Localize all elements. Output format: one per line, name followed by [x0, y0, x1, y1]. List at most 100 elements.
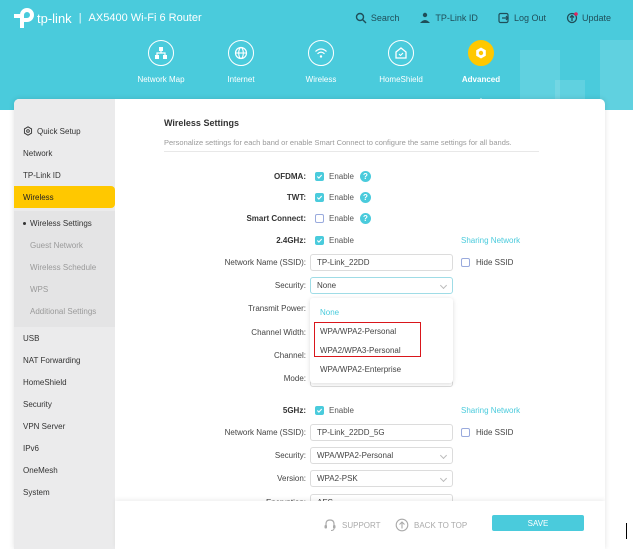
help-icon[interactable]: ?	[360, 192, 371, 203]
enable-label: Enable	[329, 193, 354, 202]
sidebar-item-label: System	[23, 487, 50, 497]
sidebar-item-label: Guest Network	[30, 240, 83, 250]
security-5-row: Security: WPA/WPA2-Personal	[115, 447, 605, 465]
content-panel: Quick Setup Network TP-Link ID Wireless …	[14, 99, 605, 549]
logout-link[interactable]: Log Out	[498, 12, 546, 24]
main-nav: Network Map Internet Wireless HomeShield…	[121, 40, 521, 105]
band-24-row: 2.4GHz: Enable Sharing Network	[115, 232, 605, 250]
sidebar-item-vpn-server[interactable]: VPN Server	[14, 415, 115, 437]
headset-icon	[324, 519, 336, 531]
arrow-up-circle-icon	[395, 518, 409, 532]
sidebar-item-label: HomeShield	[23, 377, 67, 387]
search-link[interactable]: Search	[355, 12, 400, 24]
enable-label: Enable	[329, 172, 354, 181]
router-model: AX5400 Wi-Fi 6 Router	[88, 12, 202, 24]
ssid-24-input[interactable]: TP-Link_22DD	[310, 254, 453, 271]
band-5-checkbox[interactable]	[315, 406, 324, 415]
nav-label: Network Map	[137, 75, 185, 84]
network-map-icon	[155, 47, 167, 59]
version-select[interactable]: WPA2-PSK	[310, 470, 453, 487]
sidebar-item-label: Wireless Schedule	[30, 262, 97, 272]
sidebar-item-onemesh[interactable]: OneMesh	[14, 459, 115, 481]
dropdown-option-none[interactable]: None	[320, 308, 339, 317]
security-dropdown: None WPA/WPA2-Personal WPA2/WPA3-Persona…	[310, 298, 453, 383]
check-icon	[316, 238, 323, 243]
sidebar: Quick Setup Network TP-Link ID Wireless …	[14, 99, 115, 549]
sidebar-item-label: Wireless Settings	[30, 218, 92, 228]
sidebar-item-system[interactable]: System	[14, 481, 115, 503]
sidebar-item-homeshield[interactable]: HomeShield	[14, 371, 115, 393]
smart-connect-row: Smart Connect: Enable ?	[115, 210, 605, 228]
sidebar-item-label: Security	[23, 399, 52, 409]
main-content: Wireless Settings Personalize settings f…	[115, 99, 605, 549]
page-description: Personalize settings for each band or en…	[164, 138, 512, 147]
chevron-down-icon	[439, 451, 448, 460]
sidebar-item-label: Additional Settings	[30, 306, 97, 316]
twt-checkbox[interactable]	[315, 193, 324, 202]
update-icon	[566, 12, 578, 24]
nav-wireless[interactable]: Wireless	[281, 40, 361, 84]
hide-ssid-5-checkbox[interactable]	[461, 428, 470, 437]
band-5-label: 5GHz:	[282, 406, 306, 415]
nav-internet[interactable]: Internet	[201, 40, 281, 84]
nav-network-map[interactable]: Network Map	[121, 40, 201, 84]
sharing-network-link-24[interactable]: Sharing Network	[461, 236, 520, 245]
sidebar-item-wireless-schedule[interactable]: Wireless Schedule	[14, 256, 115, 278]
enable-label: Enable	[329, 214, 354, 223]
nav-label: Advanced	[461, 75, 501, 84]
nav-advanced[interactable]: Advanced	[441, 40, 521, 105]
nav-label: Internet	[227, 75, 255, 84]
sidebar-item-wireless[interactable]: Wireless	[14, 186, 115, 208]
gear-icon	[23, 126, 33, 136]
save-button[interactable]: SAVE	[492, 515, 584, 531]
back-to-top-link[interactable]: BACK TO TOP	[395, 518, 467, 532]
divider	[164, 151, 539, 152]
security-5-select[interactable]: WPA/WPA2-Personal	[310, 447, 453, 464]
tp-link-id-label: TP-Link ID	[435, 13, 478, 23]
nav-label: HomeShield	[379, 75, 423, 84]
sidebar-item-guest-network[interactable]: Guest Network	[14, 234, 115, 256]
sidebar-item-security[interactable]: Security	[14, 393, 115, 415]
sidebar-item-quick-setup[interactable]: Quick Setup	[14, 120, 115, 142]
brand-name: tp-link	[37, 10, 72, 26]
ssid-label: Network Name (SSID):	[224, 428, 306, 437]
smart-connect-label: Smart Connect:	[246, 214, 306, 223]
sharing-network-link-5[interactable]: Sharing Network	[461, 406, 520, 415]
security-24-select[interactable]: None	[310, 277, 453, 294]
sidebar-item-ipv6[interactable]: IPv6	[14, 437, 115, 459]
search-label: Search	[370, 13, 400, 23]
dropdown-option-wpa-wpa2-enterprise[interactable]: WPA/WPA2-Enterprise	[320, 365, 401, 374]
band-5-row: 5GHz: Enable Sharing Network	[115, 402, 605, 420]
security-value: WPA/WPA2-Personal	[317, 451, 394, 460]
ssid-5-input[interactable]: TP-Link_22DD_5G	[310, 424, 453, 441]
sidebar-item-wps[interactable]: WPS	[14, 278, 115, 300]
hide-ssid-24-checkbox[interactable]	[461, 258, 470, 267]
sidebar-item-tp-link-id[interactable]: TP-Link ID	[14, 164, 115, 186]
band-24-label: 2.4GHz:	[276, 236, 306, 245]
sidebar-item-network[interactable]: Network	[14, 142, 115, 164]
sidebar-item-nat-forwarding[interactable]: NAT Forwarding	[14, 349, 115, 371]
help-icon[interactable]: ?	[360, 213, 371, 224]
ofdma-checkbox[interactable]	[315, 172, 324, 181]
hide-ssid-label: Hide SSID	[476, 258, 514, 267]
separator: |	[78, 12, 82, 24]
transmit-power-label: Transmit Power:	[248, 304, 306, 313]
smart-connect-checkbox[interactable]	[315, 214, 324, 223]
sidebar-item-usb[interactable]: USB	[14, 327, 115, 349]
sidebar-item-wireless-settings[interactable]: Wireless Settings	[14, 212, 115, 234]
support-link[interactable]: SUPPORT	[323, 518, 381, 532]
update-link[interactable]: Update	[566, 12, 611, 24]
check-icon	[316, 174, 323, 179]
band-24-checkbox[interactable]	[315, 236, 324, 245]
logo[interactable]: tp-link | AX5400 Wi-Fi 6 Router	[14, 8, 202, 28]
help-icon[interactable]: ?	[360, 171, 371, 182]
wifi-icon	[315, 48, 327, 58]
search-icon	[355, 12, 367, 24]
sidebar-item-additional-settings[interactable]: Additional Settings	[14, 300, 115, 322]
sidebar-item-label: VPN Server	[23, 421, 66, 431]
tp-link-id-link[interactable]: TP-Link ID	[419, 12, 478, 24]
user-icon	[420, 12, 431, 23]
ssid-label: Network Name (SSID):	[224, 258, 306, 267]
nav-homeshield[interactable]: HomeShield	[361, 40, 441, 84]
sidebar-item-label: Wireless	[23, 192, 54, 202]
